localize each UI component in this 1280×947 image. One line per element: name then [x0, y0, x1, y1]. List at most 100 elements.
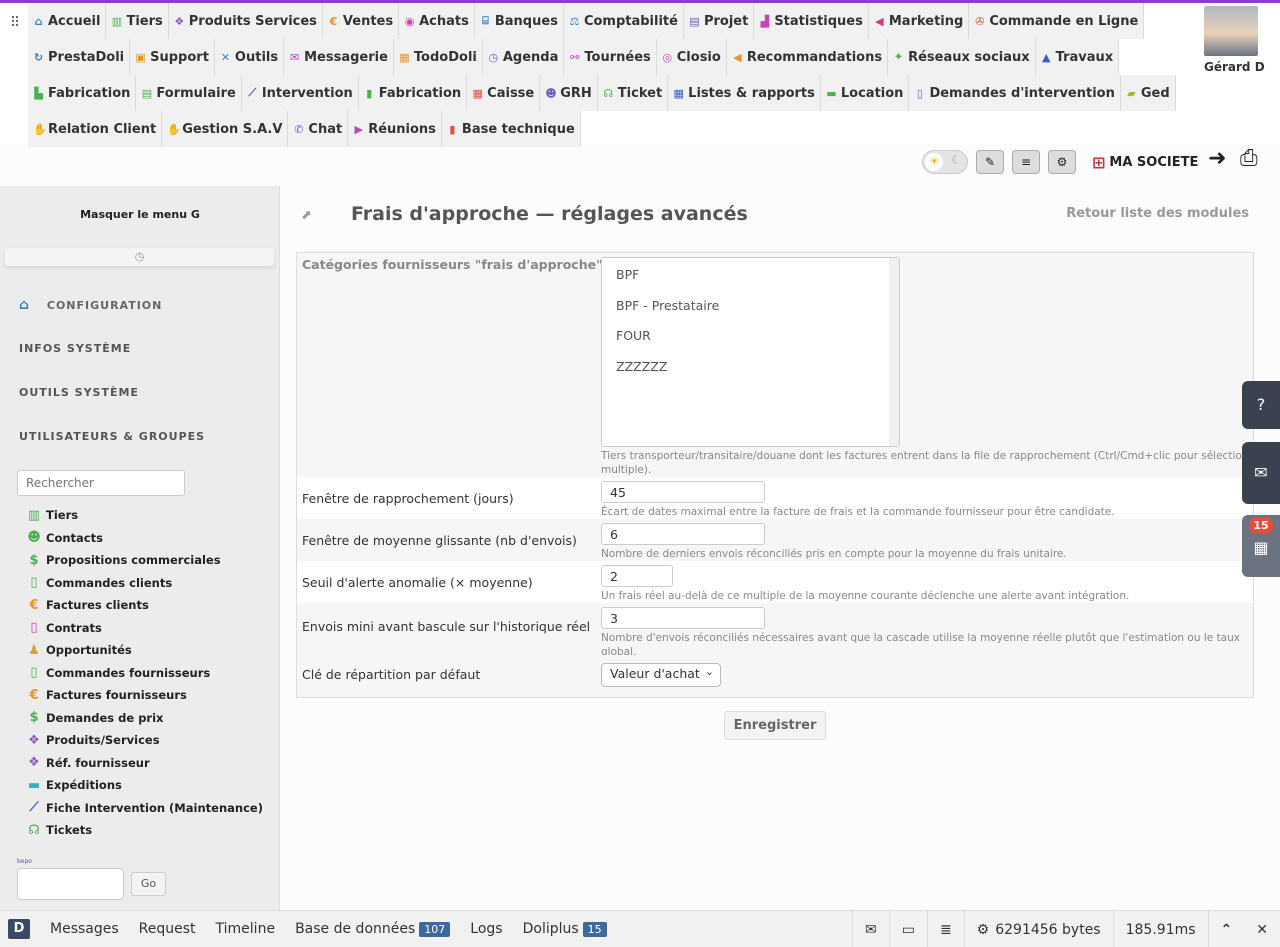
debugbar-tab-base-de-donn-es[interactable]: Base de données 107	[285, 911, 460, 947]
menu-item-support[interactable]: ▣ Support	[130, 39, 215, 75]
company-link[interactable]: ⊞ MA SOCIETE	[1092, 153, 1198, 172]
menu-item-travaux[interactable]: ▲ Travaux	[1035, 39, 1120, 75]
quick-search-input[interactable]	[17, 868, 124, 900]
menu-item-closio[interactable]: ◎ Closio	[656, 39, 727, 75]
menu-item-tiers[interactable]: ▥ Tiers	[106, 3, 169, 39]
gear-icon[interactable]: ⚙	[1048, 150, 1076, 174]
menu-item-tododoli[interactable]: ▦ TodoDoli	[393, 39, 483, 75]
monitor-icon[interactable]: ▭	[888, 911, 927, 947]
sidebar-item-exp-ditions[interactable]: ▬ Expéditions	[26, 774, 263, 797]
menu-item-accueil[interactable]: ⌂ Accueil	[28, 3, 107, 39]
menu-item-gestion-s-a-v[interactable]: ✋ Gestion S.A.V	[162, 111, 289, 147]
menu-item-agenda[interactable]: ◷ Agenda	[482, 39, 565, 75]
menu-item-chat[interactable]: ✆ Chat	[288, 111, 349, 147]
theme-toggle[interactable]: ☀ ☾	[922, 150, 968, 174]
menu-item-formulaire[interactable]: ▤ Formulaire	[136, 75, 242, 111]
menu-item-projet[interactable]: ▤ Projet	[683, 3, 755, 39]
debugbar-tab-request[interactable]: Request	[129, 911, 206, 947]
sidebar-item-propositions-commerciales[interactable]: $ Propositions commerciales	[26, 549, 263, 572]
sidebar-search-input[interactable]	[17, 470, 185, 496]
avatar[interactable]	[1204, 6, 1258, 56]
menu-item-caisse[interactable]: ▦ Caisse	[467, 75, 541, 111]
menu-item-demandes-d-intervention[interactable]: ▯ Demandes d'intervention	[909, 75, 1121, 111]
sidebar-item-commandes-clients[interactable]: ▯ Commandes clients	[26, 572, 263, 595]
sidebar-section-configuration[interactable]: ⌂ CONFIGURATION	[19, 297, 162, 313]
menu-item-commande-en-ligne[interactable]: ✇ Commande en Ligne	[969, 3, 1145, 39]
sidebar-item-fiche-intervention-maintenance-[interactable]: ⟋ Fiche Intervention (Maintenance)	[26, 797, 263, 820]
menu-item-tourn-es[interactable]: ⚯ Tournées	[564, 39, 657, 75]
database-icon[interactable]: ≣	[926, 911, 964, 947]
debugbar-tab-timeline[interactable]: Timeline	[206, 911, 286, 947]
menu-item-location[interactable]: ▬ Location	[820, 75, 910, 111]
category-option[interactable]: BPF	[602, 260, 899, 291]
menu-list-icon[interactable]: ≡	[1012, 150, 1040, 174]
envelope-icon[interactable]: ✉	[851, 911, 889, 947]
menu-item-outils[interactable]: ✕ Outils	[214, 39, 285, 75]
categories-multiselect[interactable]: BPF BPF - Prestataire FOUR ZZZZZZ	[601, 257, 900, 447]
sidebar-item-opportunit-s[interactable]: ♟ Opportunités	[26, 639, 263, 662]
sidebar-item-r-f-fournisseur[interactable]: ❖ Réf. fournisseur	[26, 752, 263, 775]
hide-menu-link[interactable]: Masquer le menu G	[0, 208, 280, 221]
sidebar-item-contacts[interactable]: ☻ Contacts	[26, 527, 263, 550]
menu-item-fabrication[interactable]: ▮ Fabrication	[358, 75, 468, 111]
close-icon[interactable]: ✕	[1244, 911, 1280, 947]
sidebar-item-demandes-de-prix[interactable]: $ Demandes de prix	[26, 707, 263, 730]
menu-item-ticket[interactable]: ☊ Ticket	[597, 75, 669, 111]
user-block[interactable]: Gérard D	[1204, 6, 1280, 74]
chevron-up-icon[interactable]: ⌃	[1207, 911, 1245, 947]
menu-item-prestadoli[interactable]: ↻ PrestaDoli	[28, 39, 131, 75]
scrollbar[interactable]	[889, 258, 899, 446]
setting-input[interactable]: 45	[601, 481, 765, 503]
sidebar-item-contrats[interactable]: ▯ Contrats	[26, 617, 263, 640]
sidebar-item-commandes-fournisseurs[interactable]: ▯ Commandes fournisseurs	[26, 662, 263, 685]
sidebar-item-factures-fournisseurs[interactable]: € Factures fournisseurs	[26, 684, 263, 707]
menu-item-banques[interactable]: ⌸ Banques	[474, 3, 564, 39]
debugbar-tab-logs[interactable]: Logs	[460, 911, 512, 947]
menu-item-recommandations[interactable]: ◀ Recommandations	[726, 39, 889, 75]
category-option[interactable]: BPF - Prestataire	[602, 291, 899, 322]
sidebar-section-infos[interactable]: INFOS SYSTÈME	[19, 342, 131, 355]
back-to-modules-link[interactable]: Retour liste des modules	[1066, 206, 1249, 221]
cle-repartition-select[interactable]: Valeur d'achat ⌄	[601, 663, 721, 687]
menu-item-ventes[interactable]: € Ventes	[322, 3, 400, 39]
sidebar-item-tickets[interactable]: ☊ Tickets	[26, 819, 263, 842]
menu-item-comptabilit-[interactable]: ⚖ Comptabilité	[563, 3, 684, 39]
menu-item-produits-services[interactable]: ❖ Produits Services	[168, 3, 323, 39]
menu-item-fabrication[interactable]: ▙ Fabrication	[28, 75, 137, 111]
chat-button[interactable]: ✉	[1242, 442, 1280, 504]
logout-icon[interactable]: ➜	[1208, 146, 1226, 171]
menu-item-messagerie[interactable]: ✉ Messagerie	[284, 39, 394, 75]
go-button[interactable]: Go	[131, 872, 166, 896]
sidebar-section-outils[interactable]: OUTILS SYSTÈME	[19, 386, 139, 399]
sidebar-item-produits-services[interactable]: ❖ Produits/Services	[26, 729, 263, 752]
menu-item-ged[interactable]: ▰ Ged	[1120, 75, 1176, 111]
user-name[interactable]: Gérard D	[1204, 60, 1280, 74]
sidebar-item-factures-clients[interactable]: € Factures clients	[26, 594, 263, 617]
category-option[interactable]: ZZZZZZ	[602, 352, 899, 383]
sidebar-item-tiers[interactable]: ▥ Tiers	[26, 504, 263, 527]
sidebar-section-users[interactable]: UTILISATEURS & GROUPES	[19, 430, 205, 443]
debugbar-tab-doliplus[interactable]: Doliplus 15	[513, 911, 617, 947]
menu-item-r-seaux-sociaux[interactable]: ⌖ Réseaux sociaux	[888, 39, 1036, 75]
category-option[interactable]: FOUR	[602, 321, 899, 352]
menu-item-achats[interactable]: ◉ Achats	[399, 3, 475, 39]
agenda-button[interactable]: 15 ▦	[1242, 515, 1280, 577]
menu-item-grh[interactable]: ☻ GRH	[540, 75, 598, 111]
menu-item-relation-client[interactable]: ✋ Relation Client	[28, 111, 163, 147]
time-indicator[interactable]: 185.91ms	[1112, 911, 1208, 947]
menu-item-r-unions[interactable]: ▶ Réunions	[348, 111, 442, 147]
memory-indicator[interactable]: ⚙ 6291456 bytes	[963, 911, 1113, 947]
setting-input[interactable]: 6	[601, 523, 765, 545]
setting-input[interactable]: 2	[601, 565, 673, 587]
setting-input[interactable]: 3	[601, 607, 765, 629]
debugbar-tab-messages[interactable]: Messages	[40, 911, 129, 947]
menu-item-listes-rapports[interactable]: ▦ Listes & rapports	[668, 75, 821, 111]
menu-item-marketing[interactable]: ◀ Marketing	[868, 3, 970, 39]
help-button[interactable]: ?	[1242, 381, 1280, 429]
apps-grid-icon[interactable]: ⠿	[5, 13, 25, 33]
menu-item-statistiques[interactable]: ▟ Statistiques	[754, 3, 869, 39]
save-button[interactable]: Enregistrer	[724, 711, 826, 740]
menu-item-base-technique[interactable]: ▮ Base technique	[441, 111, 581, 147]
pen-icon[interactable]: ✎	[976, 150, 1004, 174]
menu-item-intervention[interactable]: ⟋ Intervention	[241, 75, 359, 111]
